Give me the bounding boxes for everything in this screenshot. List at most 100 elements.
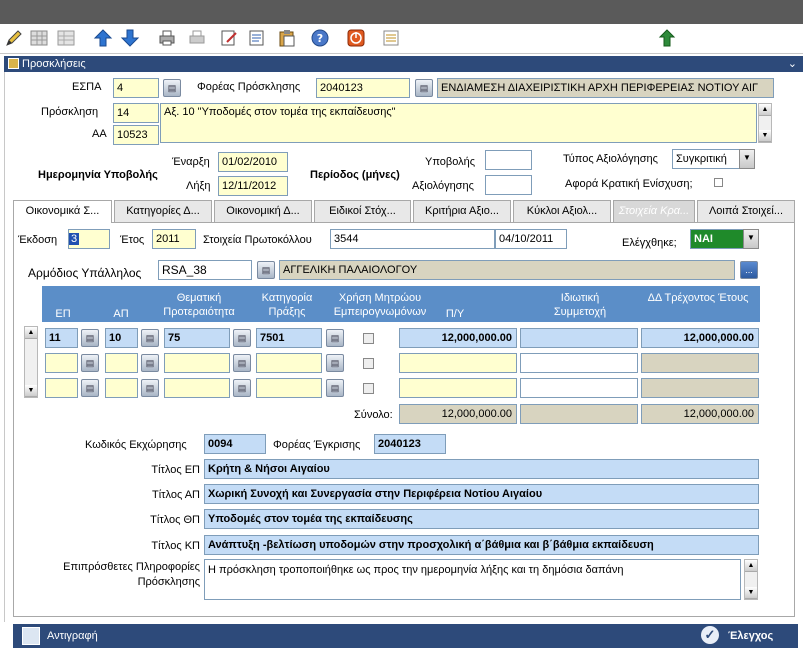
list-icon[interactable] — [380, 27, 402, 49]
row2-py[interactable] — [399, 353, 517, 373]
tab-oikonomika[interactable]: Οικονομικά Σ... — [13, 200, 112, 223]
tab-katigories[interactable]: Κατηγορίες Δ... — [114, 200, 212, 222]
row1-katigoria[interactable]: 7501 — [256, 328, 322, 348]
tab-eidikoi[interactable]: Ειδικοί Στόχ... — [314, 200, 411, 222]
row1-ep[interactable]: 11 — [45, 328, 78, 348]
tab-oikonomiki[interactable]: Οικονομική Δ... — [214, 200, 312, 222]
arrow-down-icon[interactable] — [119, 27, 141, 49]
espa-lov-icon[interactable]: ▤ — [163, 79, 181, 97]
exit-icon[interactable] — [656, 27, 678, 49]
row3-katigoria[interactable] — [256, 378, 322, 398]
ypovolis-field[interactable] — [485, 150, 532, 170]
copy-icon[interactable] — [22, 627, 40, 645]
prosklisi-scrollbar[interactable]: ▲ ▼ — [758, 103, 772, 143]
row1-ap-lov-icon[interactable]: ▤ — [141, 329, 159, 347]
titlos-ap-field: Χωρική Συνοχή και Συνεργασία στην Περιφέ… — [204, 484, 759, 504]
typos-select[interactable]: Συγκριτική — [672, 149, 740, 169]
row2-ap[interactable] — [105, 353, 138, 373]
tab-loipa[interactable]: Λοιπά Στοιχεί... — [697, 200, 795, 222]
epiprosthetes-scroll-down-icon[interactable]: ▼ — [745, 587, 757, 599]
row3-ap[interactable] — [105, 378, 138, 398]
tab-kritiria[interactable]: Κριτήρια Αξιο... — [413, 200, 511, 222]
pencil-icon[interactable] — [3, 27, 25, 49]
grid-scrollbar[interactable]: ▲ ▼ — [24, 326, 38, 398]
print-gray-icon[interactable] — [186, 27, 208, 49]
ellipsis-button[interactable]: ... — [740, 261, 758, 279]
enarxi-field[interactable]: 01/02/2010 — [218, 152, 288, 172]
row3-ep-lov-icon[interactable]: ▤ — [81, 379, 99, 397]
epiprosthetes-scrollbar[interactable]: ▲ ▼ — [744, 559, 758, 600]
row1-ep-lov-icon[interactable]: ▤ — [81, 329, 99, 347]
prosklisi-field[interactable]: 14 — [113, 103, 159, 123]
row1-thematiki[interactable]: 75 — [164, 328, 230, 348]
chevron-down-icon[interactable]: ▼ — [739, 149, 755, 169]
document-icon[interactable] — [246, 27, 268, 49]
row2-thematiki[interactable] — [164, 353, 230, 373]
print-icon[interactable] — [156, 27, 178, 49]
row3-py[interactable] — [399, 378, 517, 398]
copy-button[interactable]: Αντιγραφή — [47, 630, 98, 642]
afora-checkbox[interactable] — [714, 178, 723, 187]
epiprosthetes-scroll-up-icon[interactable]: ▲ — [745, 560, 757, 572]
grid-scroll-down-icon[interactable]: ▼ — [25, 385, 37, 397]
ypallilos-lov-icon[interactable]: ▤ — [257, 261, 275, 279]
paste-icon[interactable] — [276, 27, 298, 49]
ypallilos-code-field[interactable]: RSA_38 — [158, 260, 252, 280]
row1-py[interactable]: 12,000,000.00 — [399, 328, 517, 348]
row3-xrisi-checkbox[interactable] — [363, 383, 374, 394]
protokollo-field[interactable]: 3544 — [330, 229, 495, 249]
row1-idiotiki[interactable] — [520, 328, 638, 348]
lixi-field[interactable]: 12/11/2012 — [218, 176, 288, 196]
row1-dd[interactable]: 12,000,000.00 — [641, 328, 759, 348]
row2-katigoria-lov-icon[interactable]: ▤ — [326, 354, 344, 372]
row3-ap-lov-icon[interactable]: ▤ — [141, 379, 159, 397]
row2-katigoria[interactable] — [256, 353, 322, 373]
row2-ap-lov-icon[interactable]: ▤ — [141, 354, 159, 372]
arrow-up-icon[interactable] — [92, 27, 114, 49]
foreas-lov-icon[interactable]: ▤ — [415, 79, 433, 97]
grid-scroll-up-icon[interactable]: ▲ — [25, 327, 37, 339]
row2-ep[interactable] — [45, 353, 78, 373]
ekdosi-field[interactable]: 3 — [68, 229, 110, 249]
grid-gray-icon[interactable] — [55, 27, 77, 49]
edit-icon[interactable] — [218, 27, 240, 49]
help-icon[interactable]: ? — [309, 27, 331, 49]
scroll-up-icon[interactable]: ▲ — [759, 104, 771, 116]
epiprosthetes-field[interactable]: Η πρόσκληση τροποποιήθηκε ως προς την ημ… — [204, 559, 741, 600]
stop-icon[interactable] — [345, 27, 367, 49]
row1-xrisi-checkbox[interactable] — [363, 333, 374, 344]
foreas-egkrisis-field[interactable]: 2040123 — [374, 434, 446, 454]
axiologisis-field[interactable] — [485, 175, 532, 195]
row1-ap[interactable]: 10 — [105, 328, 138, 348]
row2-idiotiki[interactable] — [520, 353, 638, 373]
espa-field[interactable]: 4 — [113, 78, 159, 98]
aa-label: ΑΑ — [92, 128, 107, 140]
foreas-code-field[interactable]: 2040123 — [316, 78, 410, 98]
row3-ep[interactable] — [45, 378, 78, 398]
check-icon[interactable]: ✓ — [701, 626, 719, 644]
tab-kykloi[interactable]: Κύκλοι Αξιολ... — [513, 200, 611, 222]
row3-katigoria-lov-icon[interactable]: ▤ — [326, 379, 344, 397]
kodikos-field[interactable]: 0094 — [204, 434, 266, 454]
synolo-py: 12,000,000.00 — [399, 404, 517, 424]
row3-thematiki-lov-icon[interactable]: ▤ — [233, 379, 251, 397]
header-katigoria: Κατηγορία Πράξης — [261, 292, 313, 318]
check-button[interactable]: Έλεγχος — [728, 630, 773, 642]
row2-ep-lov-icon[interactable]: ▤ — [81, 354, 99, 372]
elegxthike-select[interactable]: ΝΑΙ — [690, 229, 744, 249]
elegxthike-chevron-icon[interactable]: ▼ — [743, 229, 759, 249]
row3-thematiki[interactable] — [164, 378, 230, 398]
tab-stoixeia[interactable]: Στοιχεία Κρα... — [613, 200, 695, 222]
row2-thematiki-lov-icon[interactable]: ▤ — [233, 354, 251, 372]
row3-idiotiki[interactable] — [520, 378, 638, 398]
protokollo-date-field[interactable]: 04/10/2011 — [495, 229, 567, 249]
row1-thematiki-lov-icon[interactable]: ▤ — [233, 329, 251, 347]
row2-xrisi-checkbox[interactable] — [363, 358, 374, 369]
etos-field[interactable]: 2011 — [152, 229, 196, 249]
minimize-icon[interactable]: ⌄ — [788, 56, 797, 72]
grid-icon[interactable] — [28, 27, 50, 49]
scroll-down-icon[interactable]: ▼ — [759, 130, 771, 142]
aa-field[interactable]: 10523 — [113, 125, 159, 145]
row1-katigoria-lov-icon[interactable]: ▤ — [326, 329, 344, 347]
prosklisi-text-field[interactable]: Αξ. 10 "Υποδομές στον τομέα της εκπαίδευ… — [160, 103, 757, 143]
